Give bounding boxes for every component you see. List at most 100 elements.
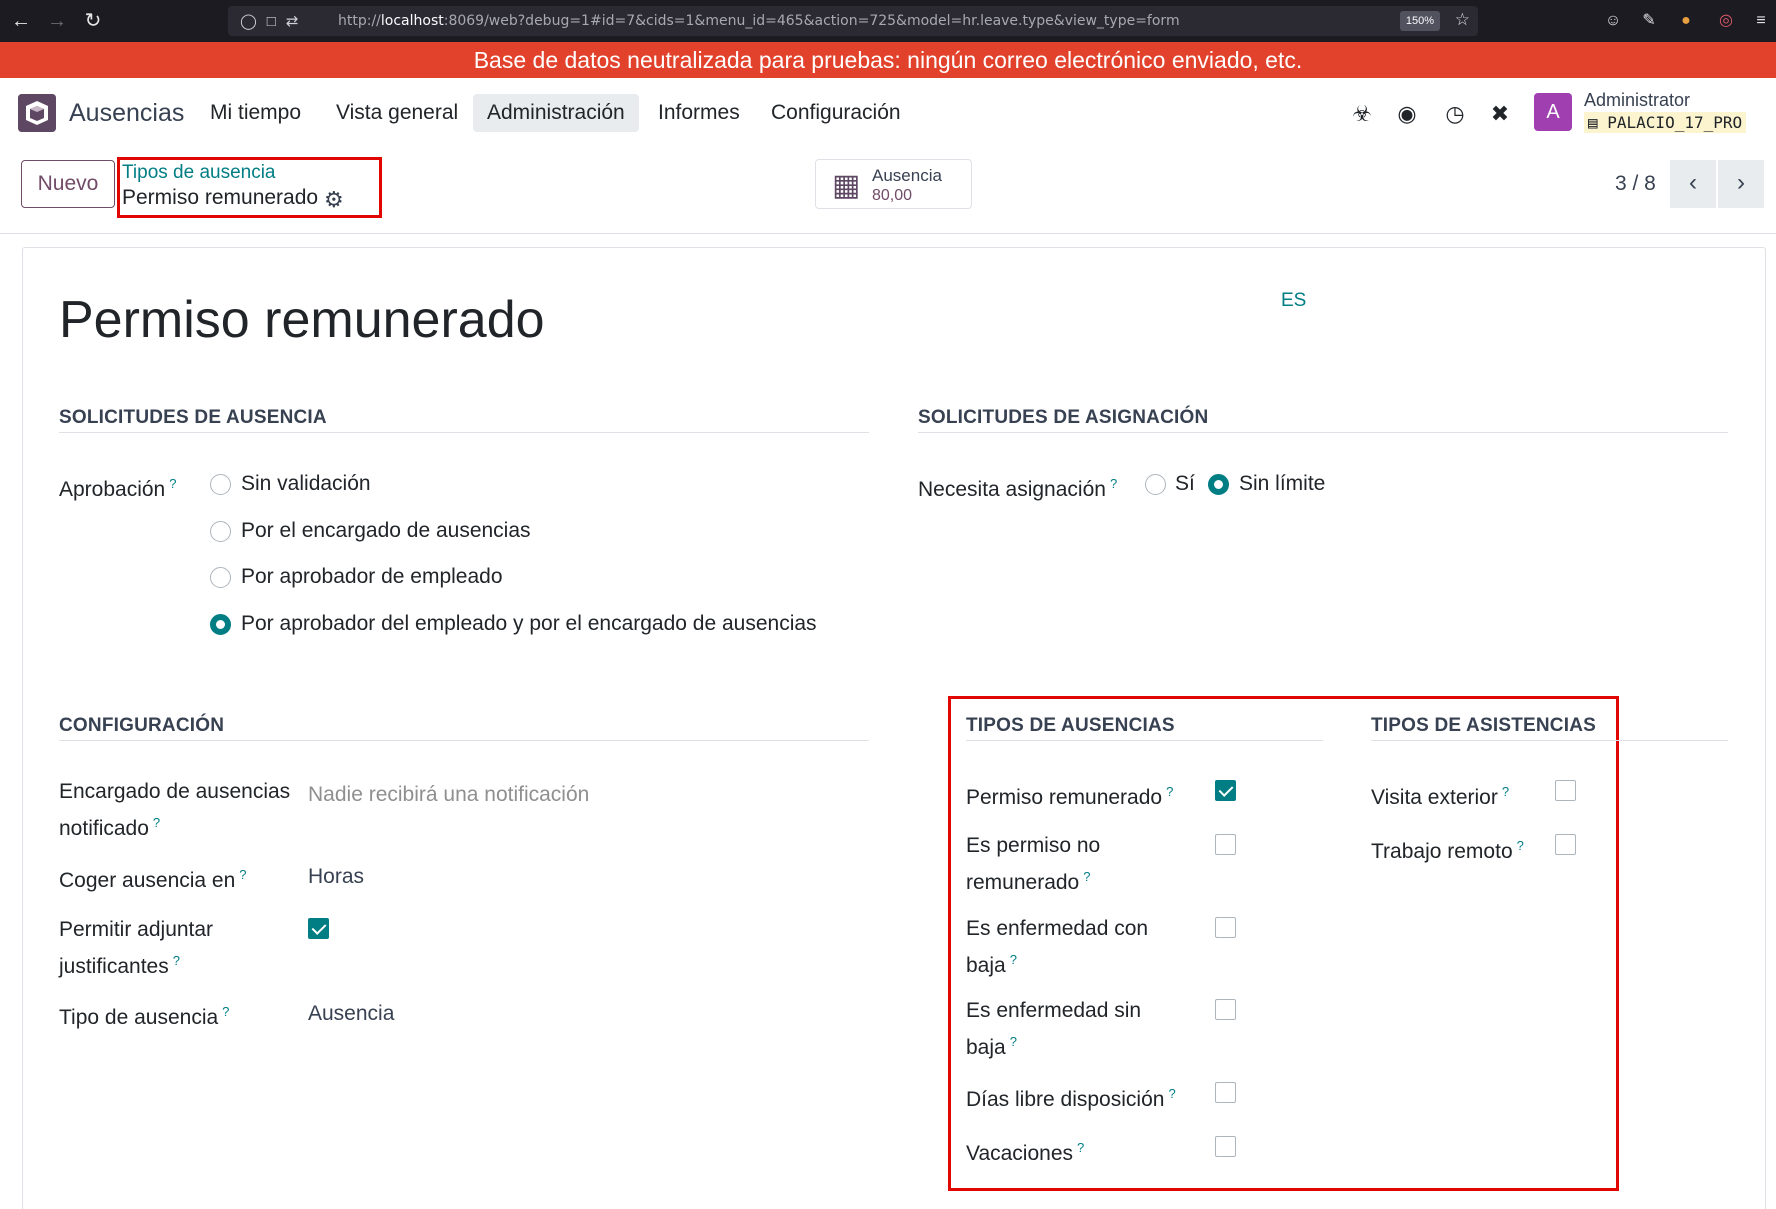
help-icon[interactable]: ? bbox=[222, 1004, 229, 1019]
activity-clock-icon[interactable]: ◷ bbox=[1441, 100, 1469, 128]
allocation-no-limit-label[interactable]: Sin límite bbox=[1239, 472, 1325, 496]
unpaid-leave-label: Es permiso no remunerado? bbox=[966, 830, 1100, 898]
record-title[interactable]: Permiso remunerado bbox=[59, 290, 545, 350]
notified-manager-text-2: notificado bbox=[59, 817, 149, 840]
menu-reports[interactable]: Informes bbox=[644, 94, 754, 132]
external-visit-checkbox[interactable] bbox=[1555, 780, 1576, 801]
help-icon[interactable]: ? bbox=[1010, 952, 1017, 967]
vacations-checkbox[interactable] bbox=[1215, 1136, 1236, 1157]
allow-attachments-checkbox[interactable] bbox=[308, 918, 329, 939]
pager-previous-icon[interactable]: ‹ bbox=[1670, 160, 1716, 208]
main-navbar: Ausencias Mi tiempo Vista general Admini… bbox=[0, 78, 1776, 148]
free-days-checkbox[interactable] bbox=[1215, 1082, 1236, 1103]
menu-administration[interactable]: Administración bbox=[473, 94, 639, 132]
calendar-icon: ▦ bbox=[832, 169, 861, 202]
browser-toolbar: ← → ↻ ◯□⇄ http://localhost:8069/web?debu… bbox=[0, 0, 1776, 42]
breadcrumb-parent[interactable]: Tipos de ausencia bbox=[122, 162, 276, 184]
section-leave-requests: SOLICITUDES DE AUSENCIA bbox=[59, 407, 327, 428]
approval-option-radio[interactable] bbox=[210, 474, 231, 495]
unpaid-leave-text-1: Es permiso no bbox=[966, 834, 1101, 857]
zoom-badge[interactable]: 150% bbox=[1400, 11, 1440, 31]
help-icon[interactable]: ? bbox=[153, 815, 160, 830]
forward-icon[interactable]: → bbox=[44, 8, 70, 34]
approval-option-label[interactable]: Por el encargado de ausencias bbox=[241, 519, 531, 543]
allocation-no-limit-radio[interactable] bbox=[1208, 474, 1229, 495]
menu-my-time[interactable]: Mi tiempo bbox=[196, 94, 315, 132]
app-logo-icon[interactable] bbox=[18, 94, 56, 132]
url-text[interactable]: http://localhost:8069/web?debug=1#id=7&c… bbox=[338, 13, 1180, 29]
help-icon[interactable]: ? bbox=[1502, 784, 1509, 799]
take-leave-in-select[interactable]: Horas bbox=[308, 865, 364, 889]
menu-icon[interactable]: ≡ bbox=[1750, 10, 1772, 32]
help-icon[interactable]: ? bbox=[1077, 1140, 1084, 1155]
sick-leave-with-checkbox[interactable] bbox=[1215, 917, 1236, 938]
sick-leave-without-text-1: Es enfermedad sin bbox=[966, 999, 1142, 1022]
section-attendance-types: TIPOS DE ASISTENCIAS bbox=[1371, 715, 1596, 736]
approval-option-radio[interactable] bbox=[210, 614, 231, 635]
section-divider bbox=[918, 432, 1728, 433]
approval-option-label[interactable]: Sin validación bbox=[241, 472, 371, 496]
leave-type-text: Tipo de ausencia bbox=[59, 1006, 219, 1029]
address-bar[interactable]: ◯□⇄ http://localhost:8069/web?debug=1#id… bbox=[228, 6, 1478, 36]
help-icon[interactable]: ? bbox=[1168, 1086, 1175, 1101]
help-icon[interactable]: ? bbox=[173, 953, 180, 968]
url-prefix: http:// bbox=[338, 13, 381, 29]
neutralized-db-banner: Base de datos neutralizada para pruebas:… bbox=[0, 42, 1776, 78]
allocation-yes-radio[interactable] bbox=[1145, 474, 1166, 495]
allocation-yes-label[interactable]: Sí bbox=[1175, 472, 1195, 496]
approval-option-radio[interactable] bbox=[210, 521, 231, 542]
bookmark-star-icon[interactable]: ☆ bbox=[1455, 10, 1470, 30]
help-icon[interactable]: ? bbox=[1083, 869, 1090, 884]
user-avatar[interactable]: A bbox=[1534, 93, 1572, 131]
extension-glasses-icon[interactable]: ◎ bbox=[1715, 10, 1737, 32]
user-name[interactable]: Administrator bbox=[1584, 90, 1690, 111]
debug-bug-icon[interactable]: ☣ bbox=[1348, 100, 1376, 128]
app-name[interactable]: Ausencias bbox=[69, 99, 184, 128]
external-visit-label: Visita exterior? bbox=[1371, 776, 1509, 813]
approval-option-label[interactable]: Por aprobador de empleado bbox=[241, 565, 503, 589]
reload-icon[interactable]: ↻ bbox=[80, 8, 106, 34]
help-icon[interactable]: ? bbox=[1517, 838, 1524, 853]
chat-icon[interactable]: ◉ bbox=[1393, 100, 1421, 128]
smart-button-label: Ausencia bbox=[872, 166, 942, 185]
section-configuration: CONFIGURACIÓN bbox=[59, 715, 225, 736]
smart-button-leaves[interactable]: ▦ Ausencia 80,00 bbox=[815, 159, 972, 209]
remote-work-checkbox[interactable] bbox=[1555, 834, 1576, 855]
url-rest: :8069/web?debug=1#id=7&cids=1&menu_id=46… bbox=[443, 13, 1180, 29]
site-info-icon[interactable]: ◯□⇄ bbox=[240, 12, 308, 30]
sick-leave-without-checkbox[interactable] bbox=[1215, 999, 1236, 1020]
breadcrumb-current: Permiso remunerado bbox=[122, 186, 319, 209]
url-host: localhost bbox=[380, 13, 444, 29]
approval-option-label[interactable]: Por aprobador del empleado y por el enca… bbox=[241, 612, 817, 636]
extension-monkey-icon[interactable]: ● bbox=[1675, 10, 1697, 32]
pager-counter[interactable]: 3 / 8 bbox=[1615, 172, 1656, 196]
paid-leave-checkbox[interactable] bbox=[1215, 780, 1236, 801]
approval-option-radio[interactable] bbox=[210, 567, 231, 588]
help-icon[interactable]: ? bbox=[1110, 476, 1117, 491]
back-icon[interactable]: ← bbox=[8, 8, 34, 34]
control-panel: Nuevo Tipos de ausencia Permiso remunera… bbox=[0, 148, 1776, 234]
menu-overview[interactable]: Vista general bbox=[322, 94, 472, 132]
menu-configuration[interactable]: Configuración bbox=[757, 94, 915, 132]
new-button[interactable]: Nuevo bbox=[21, 160, 115, 208]
section-divider bbox=[59, 740, 869, 741]
language-button[interactable]: ES bbox=[1281, 290, 1306, 312]
help-icon[interactable]: ? bbox=[1166, 784, 1173, 799]
section-divider bbox=[59, 432, 869, 433]
approval-label: Aprobación? bbox=[59, 468, 176, 505]
pager-next-icon[interactable]: › bbox=[1718, 160, 1764, 208]
extensions-icon[interactable]: ✎ bbox=[1638, 10, 1660, 32]
account-icon[interactable]: ☺ bbox=[1602, 10, 1624, 32]
tools-icon[interactable]: ✖ bbox=[1486, 100, 1514, 128]
help-icon[interactable]: ? bbox=[169, 476, 176, 491]
leave-type-label: Tipo de ausencia? bbox=[59, 996, 229, 1033]
gear-icon[interactable]: ⚙ bbox=[324, 187, 344, 213]
unpaid-leave-checkbox[interactable] bbox=[1215, 834, 1236, 855]
take-leave-in-text: Coger ausencia en bbox=[59, 869, 236, 892]
take-leave-in-label: Coger ausencia en? bbox=[59, 859, 247, 896]
help-icon[interactable]: ? bbox=[239, 867, 246, 882]
leave-type-select[interactable]: Ausencia bbox=[308, 1002, 394, 1026]
notified-manager-label: Encargado de ausencias notificado? bbox=[59, 776, 290, 844]
help-icon[interactable]: ? bbox=[1010, 1034, 1017, 1049]
notified-manager-input[interactable]: Nadie recibirá una notificación bbox=[308, 783, 589, 807]
